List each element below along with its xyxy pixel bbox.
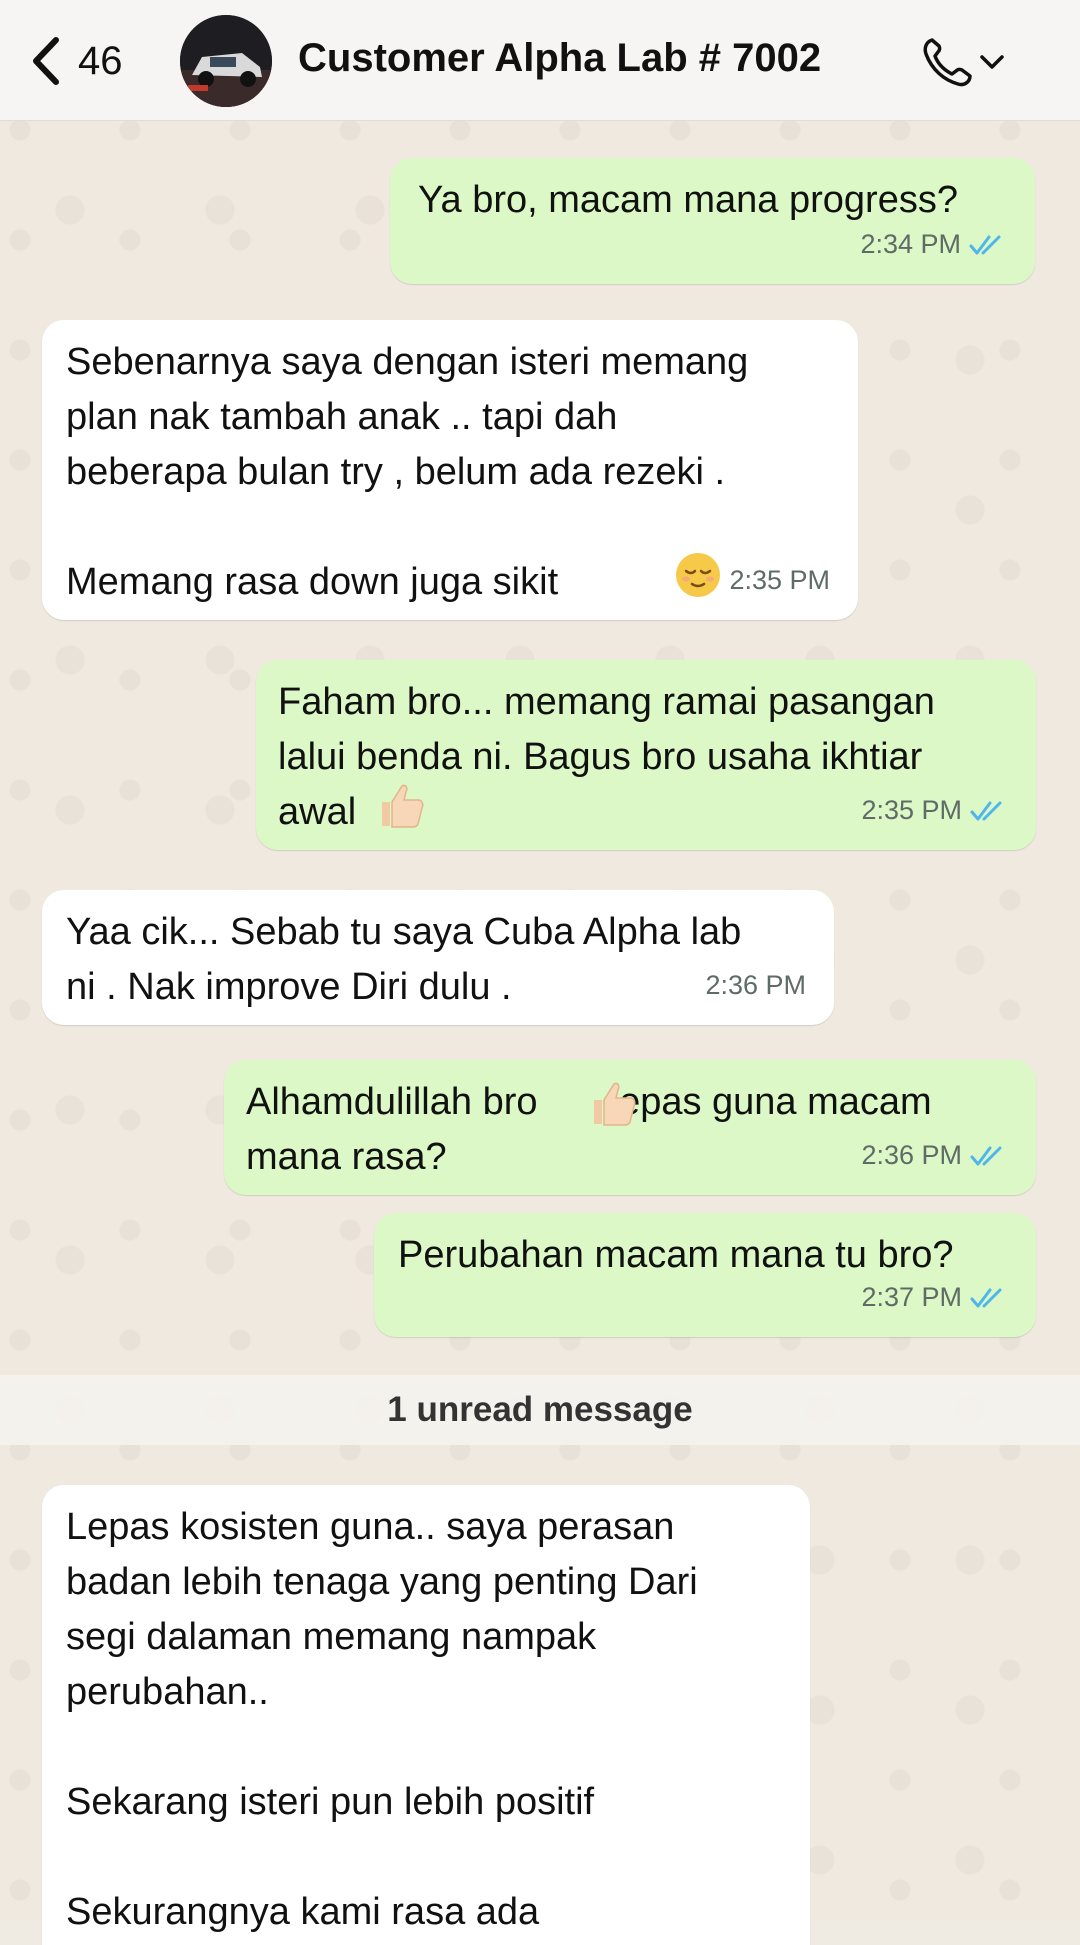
message-text: Sebenarnya saya dengan isteri memang pla… [66, 341, 749, 603]
read-ticks-icon [970, 1146, 1002, 1165]
message-text: Yaa cik... Sebab tu saya Cuba Alpha lab … [66, 911, 742, 1008]
message-meta: 2:37 PM [861, 1270, 1008, 1325]
message-bubble-outgoing[interactable]: Ya bro, macam mana progress? 2:34 PM [390, 158, 1035, 284]
message-time: 2:35 PM [861, 795, 962, 825]
phone-icon [923, 38, 972, 87]
message-text: Ya bro, macam mana progress? [418, 179, 958, 221]
message-bubble-incoming[interactable]: Yaa cik... Sebab tu saya Cuba Alpha lab … [42, 890, 834, 1025]
unread-divider: 1 unread message [0, 1375, 1080, 1445]
call-button[interactable] [918, 34, 1018, 90]
message-meta: 2:36 PM [861, 1128, 1008, 1183]
message-bubble-outgoing[interactable]: Alhamdulillah bro lepas guna macam mana … [224, 1060, 1036, 1195]
avatar[interactable] [180, 15, 272, 107]
message-meta: 2:36 PM [705, 958, 806, 1013]
message-meta: 2:34 PM [860, 217, 1007, 272]
message-bubble-incoming[interactable]: Lepas kosisten guna.. saya perasan badan… [42, 1485, 810, 1945]
message-time: 2:34 PM [860, 229, 961, 259]
unread-chats-count: 46 [78, 38, 123, 83]
message-text: Lepas kosisten guna.. saya perasan badan… [66, 1506, 698, 1933]
read-ticks-icon [969, 235, 1001, 254]
read-ticks-icon [970, 801, 1002, 820]
message-bubble-outgoing[interactable]: Perubahan macam mana tu bro? 2:37 PM [374, 1213, 1036, 1337]
thumbs-up-emoji-icon [382, 784, 424, 828]
chat-header: 46 Customer Alpha Lab # 7002 [0, 0, 1080, 121]
chat-title[interactable]: Customer Alpha Lab # 7002 [298, 36, 821, 81]
message-meta: 2:35 PM [729, 553, 830, 608]
unread-label: 1 unread message [387, 1390, 693, 1429]
message-bubble-incoming[interactable]: Sebenarnya saya dengan isteri memang pla… [42, 320, 858, 620]
message-bubble-outgoing[interactable]: Faham bro... memang ramai pasangan lalui… [256, 660, 1036, 850]
message-time: 2:35 PM [729, 565, 830, 595]
back-button[interactable]: 46 [28, 34, 123, 88]
thumbs-up-emoji-icon [594, 1082, 636, 1126]
chevron-left-icon [33, 37, 59, 85]
message-time: 2:37 PM [861, 1282, 962, 1312]
read-ticks-icon [970, 1288, 1002, 1307]
message-time: 2:36 PM [705, 970, 806, 1000]
car-photo [180, 15, 272, 107]
relieved-face-emoji-icon [676, 553, 720, 597]
chevron-down-icon [980, 55, 1004, 69]
message-meta: 2:35 PM [861, 783, 1008, 838]
message-time: 2:36 PM [861, 1140, 962, 1170]
